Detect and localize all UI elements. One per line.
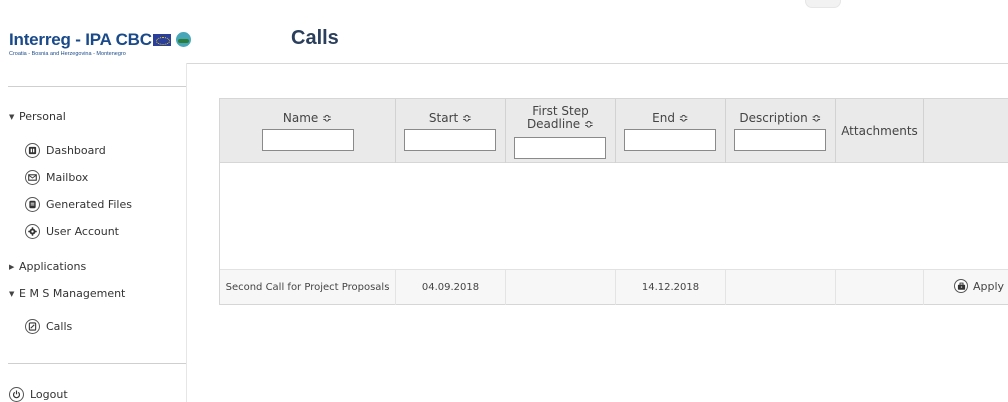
sidebar-item-dashboard[interactable]: Dashboard: [25, 141, 106, 159]
interreg-logo[interactable]: Interreg - IPA CBC Croatia - Bosnia and …: [9, 30, 191, 62]
column-label: Name ≎: [282, 111, 333, 125]
column-header-name[interactable]: Name ≎: [220, 99, 396, 163]
description-filter-input[interactable]: [734, 129, 826, 151]
content-divider: [186, 63, 187, 402]
page-title: Calls: [291, 27, 339, 49]
cell-name: Second Call for Project Proposals: [220, 270, 396, 305]
column-header-end[interactable]: End ≎: [616, 99, 726, 163]
table-header: Name ≎ Start ≎ First Step Deadline ≎ End…: [220, 99, 1008, 163]
caret-right-icon: ▶: [9, 263, 15, 271]
caret-down-icon: ▼: [9, 290, 15, 298]
caret-down-icon: ▼: [9, 113, 15, 121]
sidebar-item-label: Calls: [46, 319, 73, 333]
cell-start: 04.09.2018: [396, 270, 506, 305]
sidebar-section-label: Applications: [19, 260, 87, 273]
apply-label: Apply: [973, 279, 1005, 293]
name-filter-input[interactable]: [262, 129, 354, 151]
apply-button[interactable]: Apply: [954, 277, 1004, 295]
cell-first-step-deadline: [506, 270, 616, 305]
mail-icon: [25, 169, 40, 185]
top-menu-pill[interactable]: [805, 0, 841, 8]
sidebar-item-generated-files[interactable]: Generated Files: [25, 195, 132, 213]
calls-icon: [25, 318, 40, 334]
sidebar-item-label: Generated Files: [46, 197, 132, 211]
column-label: End ≎: [652, 111, 689, 125]
column-header-attachments: Attachments: [836, 99, 924, 163]
sidebar-section-label: E M S Management: [19, 287, 126, 300]
column-label: Deadline ≎: [526, 117, 595, 131]
column-label: Attachments: [841, 124, 918, 138]
globe-icon: [176, 32, 191, 47]
column-label: Description ≎: [739, 111, 822, 125]
sidebar-section-label: Personal: [19, 110, 66, 123]
file-icon: [25, 196, 40, 212]
cell-attachments: [836, 270, 924, 305]
column-header-first-step-deadline[interactable]: First Step Deadline ≎: [506, 99, 616, 163]
first-step-deadline-filter-input[interactable]: [514, 137, 606, 159]
sidebar-item-label: Dashboard: [46, 143, 106, 157]
start-filter-input[interactable]: [404, 129, 496, 151]
eu-flag-icon: [153, 34, 171, 46]
cell-description: [726, 270, 836, 305]
sidebar-item-label: User Account: [46, 224, 119, 238]
sidebar-section-ems-management[interactable]: ▼ E M S Management: [9, 287, 125, 300]
sidebar-section-applications[interactable]: ▶ Applications: [9, 260, 86, 273]
end-filter-input[interactable]: [624, 129, 716, 151]
content-divider: [186, 63, 1008, 64]
cell-end: 14.12.2018: [616, 270, 726, 305]
sidebar-section-personal[interactable]: ▼ Personal: [9, 110, 66, 123]
gear-icon: [25, 223, 40, 239]
logo-title: Interreg - IPA CBC: [9, 30, 152, 49]
sidebar-divider: [8, 363, 186, 364]
column-header-description[interactable]: Description ≎: [726, 99, 836, 163]
sidebar-divider: [8, 86, 186, 87]
briefcase-icon: [954, 279, 968, 293]
calls-table: Name ≎ Start ≎ First Step Deadline ≎ End…: [219, 98, 1008, 305]
dashboard-icon: [25, 142, 40, 158]
logout-label: Logout: [30, 387, 68, 401]
column-header-start[interactable]: Start ≎: [396, 99, 506, 163]
table-row[interactable]: Second Call for Project Proposals 04.09.…: [220, 269, 1008, 305]
sidebar-item-mailbox[interactable]: Mailbox: [25, 168, 88, 186]
logo-subtitle: Croatia - Bosnia and Herzegovina - Monte…: [9, 51, 126, 57]
power-icon: [9, 386, 24, 402]
sidebar-item-label: Mailbox: [46, 170, 89, 184]
sidebar-item-user-account[interactable]: User Account: [25, 222, 119, 240]
column-label: Start ≎: [428, 111, 473, 125]
logout-link[interactable]: Logout: [9, 385, 68, 402]
sidebar-item-calls[interactable]: Calls: [25, 317, 72, 335]
